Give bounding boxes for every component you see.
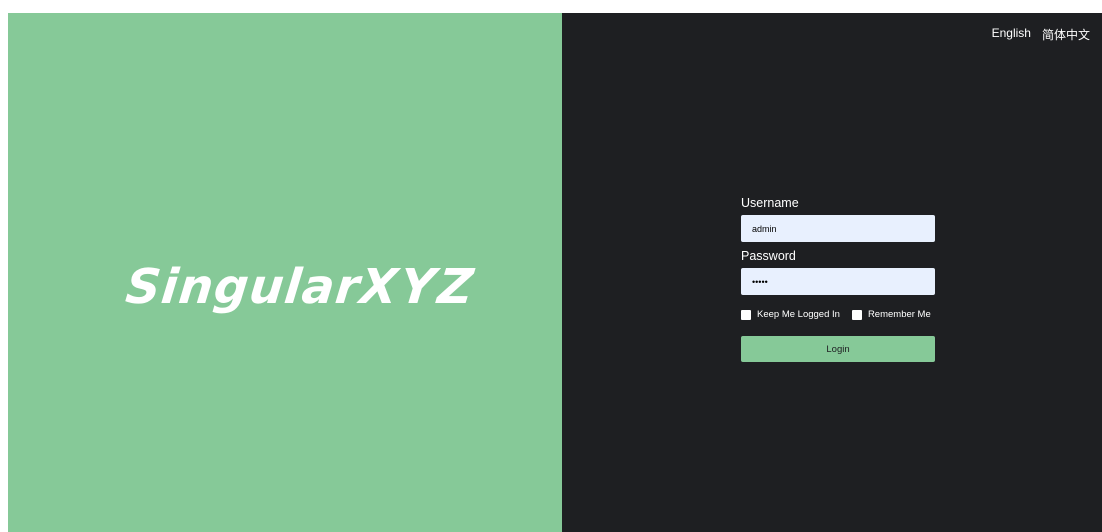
login-form: Username admin Password ••••• Keep Me Lo… xyxy=(741,196,935,362)
brand-logo: SingularXYZ xyxy=(123,259,479,315)
password-input-value: ••••• xyxy=(752,276,768,287)
keep-logged-in-label[interactable]: Keep Me Logged In xyxy=(757,309,840,320)
password-label: Password xyxy=(741,249,796,263)
username-input-value: admin xyxy=(752,223,777,234)
username-input[interactable]: admin xyxy=(741,215,935,242)
language-english-link[interactable]: English xyxy=(992,26,1031,43)
login-options: Keep Me Logged In Remember Me xyxy=(741,309,935,320)
language-chinese-link[interactable]: 简体中文 xyxy=(1042,26,1090,43)
username-label: Username xyxy=(741,196,799,210)
logo-text-singular: Singular xyxy=(123,259,364,315)
password-input[interactable]: ••••• xyxy=(741,268,935,295)
login-button[interactable]: Login xyxy=(741,336,935,362)
login-panel: English 简体中文 Username admin Password •••… xyxy=(562,13,1102,532)
login-page: SingularXYZ English 简体中文 Username admin … xyxy=(0,0,1102,532)
logo-text-xyz: XYZ xyxy=(357,259,479,315)
remember-me-checkbox[interactable] xyxy=(851,309,862,320)
brand-panel: SingularXYZ xyxy=(8,13,562,532)
login-button-label: Login xyxy=(826,343,850,355)
keep-logged-in-checkbox[interactable] xyxy=(741,309,751,320)
remember-me-label[interactable]: Remember Me xyxy=(868,309,931,320)
language-switch: English 简体中文 xyxy=(992,26,1090,43)
